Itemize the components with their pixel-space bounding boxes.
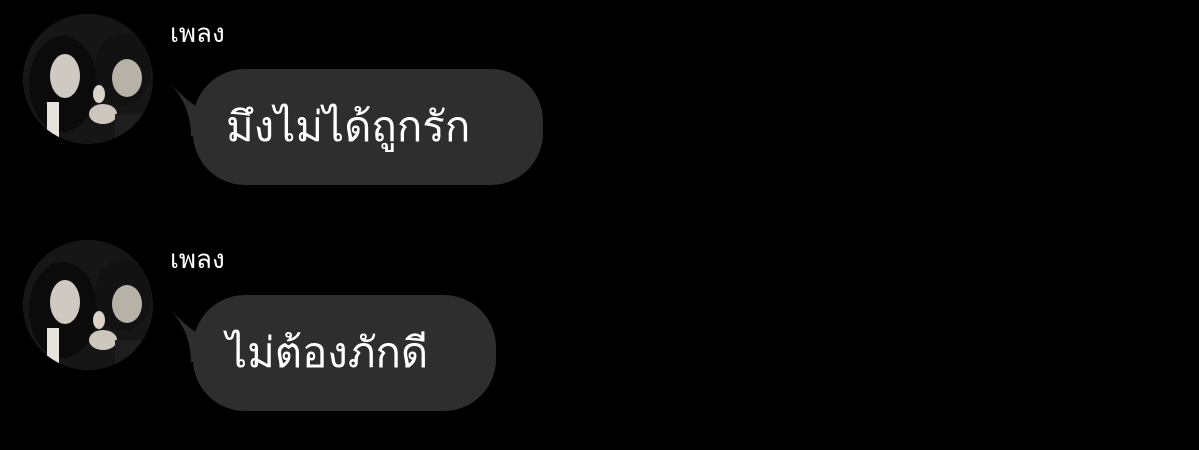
message-row: เพลง ไม่ต้องภักดี [0, 226, 1199, 450]
message-bubble[interactable]: มึงไม่ได้ถูกรัก [193, 69, 543, 185]
avatar-photo-icon [23, 240, 153, 370]
message-text: มึงไม่ได้ถูกรัก [226, 102, 471, 151]
sender-name: เพลง [170, 245, 225, 275]
message-text: ไม่ต้องภักดี [226, 328, 429, 377]
sender-name: เพลง [170, 19, 225, 49]
message-bubble[interactable]: ไม่ต้องภักดี [193, 295, 496, 411]
message-row: เพลง มึงไม่ได้ถูกรัก [0, 0, 1199, 224]
avatar[interactable] [23, 14, 153, 144]
avatar[interactable] [23, 240, 153, 370]
avatar-photo-icon [23, 14, 153, 144]
